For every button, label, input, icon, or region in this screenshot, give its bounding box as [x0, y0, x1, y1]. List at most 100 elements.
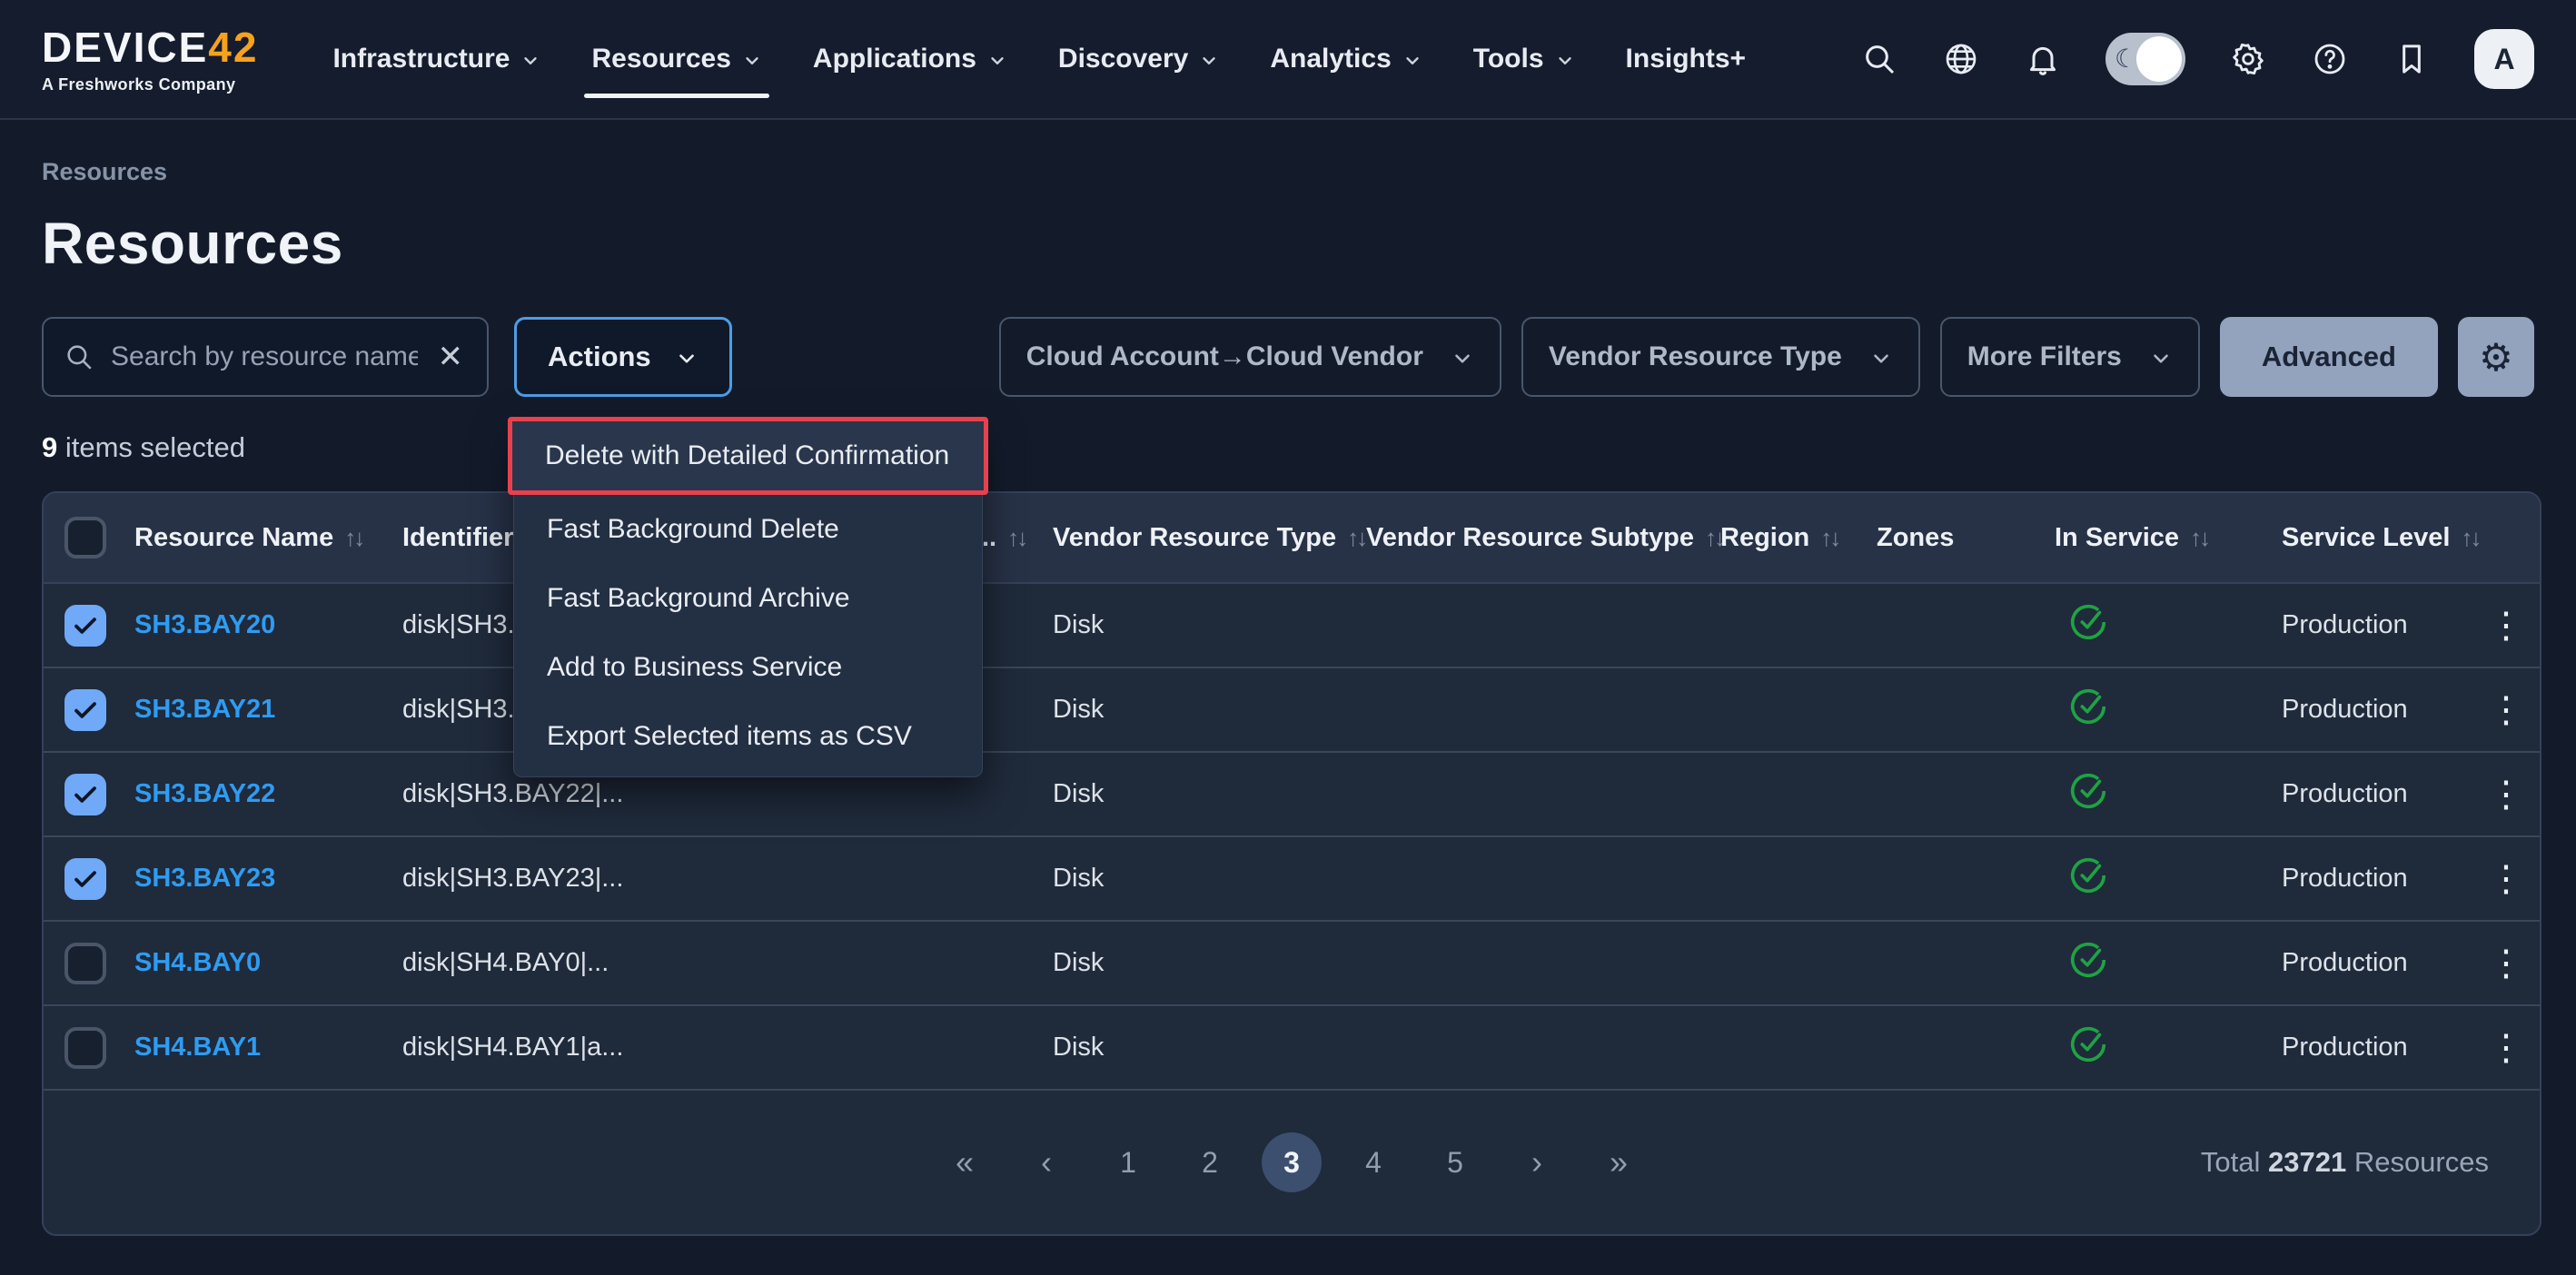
search-input[interactable]	[111, 341, 418, 372]
more-filters-button[interactable]: More Filters	[1940, 317, 2200, 397]
logo-text: DEVICE42	[42, 26, 258, 68]
page-button-1[interactable]: 1	[1098, 1132, 1158, 1192]
prev-page-button[interactable]: ‹	[1016, 1132, 1076, 1192]
row-checkbox[interactable]	[64, 858, 106, 900]
in-service-check-icon	[2067, 1023, 2109, 1065]
filter-label: Cloud Account→Cloud Vendor	[1026, 341, 1423, 372]
identifier-cell: disk|SH4.BAY0|...	[395, 948, 975, 978]
toolbar: ✕ Actions Cloud Account→Cloud Vendor Ven…	[42, 317, 2534, 397]
first-page-button[interactable]: «	[935, 1132, 995, 1192]
nav-label: Discovery	[1058, 44, 1188, 74]
nav-item-resources[interactable]: Resources	[570, 0, 783, 118]
row-checkbox[interactable]	[64, 774, 106, 815]
column-header-resource-name[interactable]: Resource Name↑↓	[127, 523, 395, 553]
page-button-4[interactable]: 4	[1343, 1132, 1403, 1192]
next-page-button[interactable]: ›	[1507, 1132, 1567, 1192]
menu-item-export-selected-csv[interactable]: Export Selected items as CSV	[514, 702, 982, 771]
menu-item-fast-background-archive[interactable]: Fast Background Archive	[514, 564, 982, 633]
filter-vendor-resource-type[interactable]: Vendor Resource Type	[1521, 317, 1920, 397]
table-settings-gear-button[interactable]: ⚙	[2458, 317, 2534, 397]
sort-icon[interactable]: ↑↓	[1820, 524, 1838, 552]
search-box[interactable]: ✕	[42, 317, 489, 397]
in-service-check-icon	[2067, 770, 2109, 812]
row-checkbox[interactable]	[64, 1027, 106, 1069]
menu-item-delete-with-detailed-confirmation[interactable]: Delete with Detailed Confirmation	[512, 421, 984, 490]
nav-item-discovery[interactable]: Discovery	[1036, 0, 1241, 118]
page-button-2[interactable]: 2	[1180, 1132, 1240, 1192]
row-menu-kebab-icon[interactable]: ⋮	[2482, 692, 2540, 728]
clear-search-icon[interactable]: ✕	[434, 339, 468, 375]
bookmark-icon[interactable]	[2393, 40, 2431, 78]
last-page-button[interactable]: »	[1589, 1132, 1649, 1192]
breadcrumb[interactable]: Resources	[42, 158, 2534, 186]
notifications-bell-icon[interactable]	[2024, 40, 2062, 78]
resource-name-link[interactable]: SH3.BAY21	[127, 695, 395, 725]
nav-item-applications[interactable]: Applications	[791, 0, 1029, 118]
nav-item-analytics[interactable]: Analytics	[1248, 0, 1443, 118]
menu-item-add-to-business-service[interactable]: Add to Business Service	[514, 633, 982, 702]
sort-icon[interactable]: ↑↓	[344, 524, 362, 552]
nav-item-tools[interactable]: Tools	[1451, 0, 1597, 118]
actions-dropdown-button[interactable]: Actions	[514, 317, 732, 397]
selection-status: 9 items selected	[42, 431, 2534, 464]
sort-icon[interactable]: ↑↓	[1007, 524, 1025, 552]
menu-item-fast-background-delete[interactable]: Fast Background Delete	[514, 495, 982, 564]
column-header-service-level[interactable]: Service Level↑↓	[2274, 523, 2482, 553]
row-checkbox[interactable]	[64, 605, 106, 647]
advanced-button[interactable]: Advanced	[2220, 317, 2438, 397]
resource-name-link[interactable]: SH4.BAY0	[127, 948, 395, 978]
in-service-check-icon	[2067, 686, 2109, 727]
identifier-cell: disk|SH3.BAY23|...	[395, 864, 975, 894]
vendor-resource-type-cell: Disk	[1045, 864, 1359, 894]
sort-icon[interactable]: ↑↓	[2461, 524, 2479, 552]
resource-name-link[interactable]: SH4.BAY1	[127, 1033, 395, 1062]
active-tab-underline	[584, 94, 768, 98]
resource-name-link[interactable]: SH3.BAY23	[127, 864, 395, 894]
column-header-vendor-resource-subtype[interactable]: Vendor Resource Subtype↑↓	[1359, 523, 1713, 553]
total-resources-count: Total 23721 Resources	[2201, 1146, 2540, 1179]
actions-dropdown-menu: Delete with Detailed Confirmation Fast B…	[513, 418, 983, 777]
nav-label: Insights+	[1626, 44, 1747, 74]
service-level-cell: Production	[2274, 610, 2482, 640]
nav-item-insights[interactable]: Insights+	[1604, 0, 1769, 118]
filter-label: Vendor Resource Type	[1549, 341, 1842, 372]
search-icon[interactable]	[1860, 40, 1898, 78]
page-button-5[interactable]: 5	[1425, 1132, 1485, 1192]
sort-icon[interactable]: ↑↓	[2190, 524, 2208, 552]
table-header-row: Resource Name↑↓ Identifier ..↑↓ Vendor R…	[44, 493, 2540, 584]
nav-label: Applications	[813, 44, 976, 74]
page-button-3-active[interactable]: 3	[1262, 1132, 1322, 1192]
column-header-vendor-resource-type[interactable]: Vendor Resource Type↑↓	[1045, 523, 1359, 553]
nav-item-infrastructure[interactable]: Infrastructure	[311, 0, 562, 118]
chevron-down-icon	[1555, 51, 1575, 71]
device42-logo[interactable]: DEVICE42 A Freshworks Company	[42, 26, 258, 93]
column-header-region[interactable]: Region↑↓	[1713, 523, 1869, 553]
row-menu-kebab-icon[interactable]: ⋮	[2482, 861, 2540, 897]
column-header-in-service[interactable]: In Service↑↓	[2047, 523, 2274, 553]
row-menu-kebab-icon[interactable]: ⋮	[2482, 1030, 2540, 1066]
help-icon[interactable]	[2311, 40, 2349, 78]
pagination: « ‹ 1 2 3 4 5 › »	[935, 1132, 1649, 1192]
filter-cloud-account-vendor[interactable]: Cloud Account→Cloud Vendor	[999, 317, 1501, 397]
select-all-checkbox[interactable]	[64, 517, 106, 558]
column-header-zones[interactable]: Zones	[1869, 523, 2047, 553]
resource-name-link[interactable]: SH3.BAY22	[127, 779, 395, 809]
logo-text-white: DEVICE	[42, 24, 208, 71]
row-checkbox[interactable]	[64, 943, 106, 984]
chevron-down-icon	[520, 51, 540, 71]
resource-name-link[interactable]: SH3.BAY20	[127, 610, 395, 640]
theme-toggle[interactable]: ☾	[2105, 33, 2185, 85]
nav-label: Tools	[1473, 44, 1544, 74]
service-level-cell: Production	[2274, 695, 2482, 725]
in-service-check-icon	[2067, 601, 2109, 643]
settings-gear-icon[interactable]	[2229, 40, 2267, 78]
logo-text-accent: 42	[208, 24, 258, 71]
row-checkbox[interactable]	[64, 689, 106, 731]
column-header-truncated[interactable]: ..↑↓	[975, 523, 1045, 553]
row-menu-kebab-icon[interactable]: ⋮	[2482, 945, 2540, 982]
user-avatar[interactable]: A	[2474, 29, 2534, 89]
globe-icon[interactable]	[1942, 40, 1980, 78]
vendor-resource-type-cell: Disk	[1045, 1033, 1359, 1062]
row-menu-kebab-icon[interactable]: ⋮	[2482, 608, 2540, 644]
row-menu-kebab-icon[interactable]: ⋮	[2482, 776, 2540, 813]
